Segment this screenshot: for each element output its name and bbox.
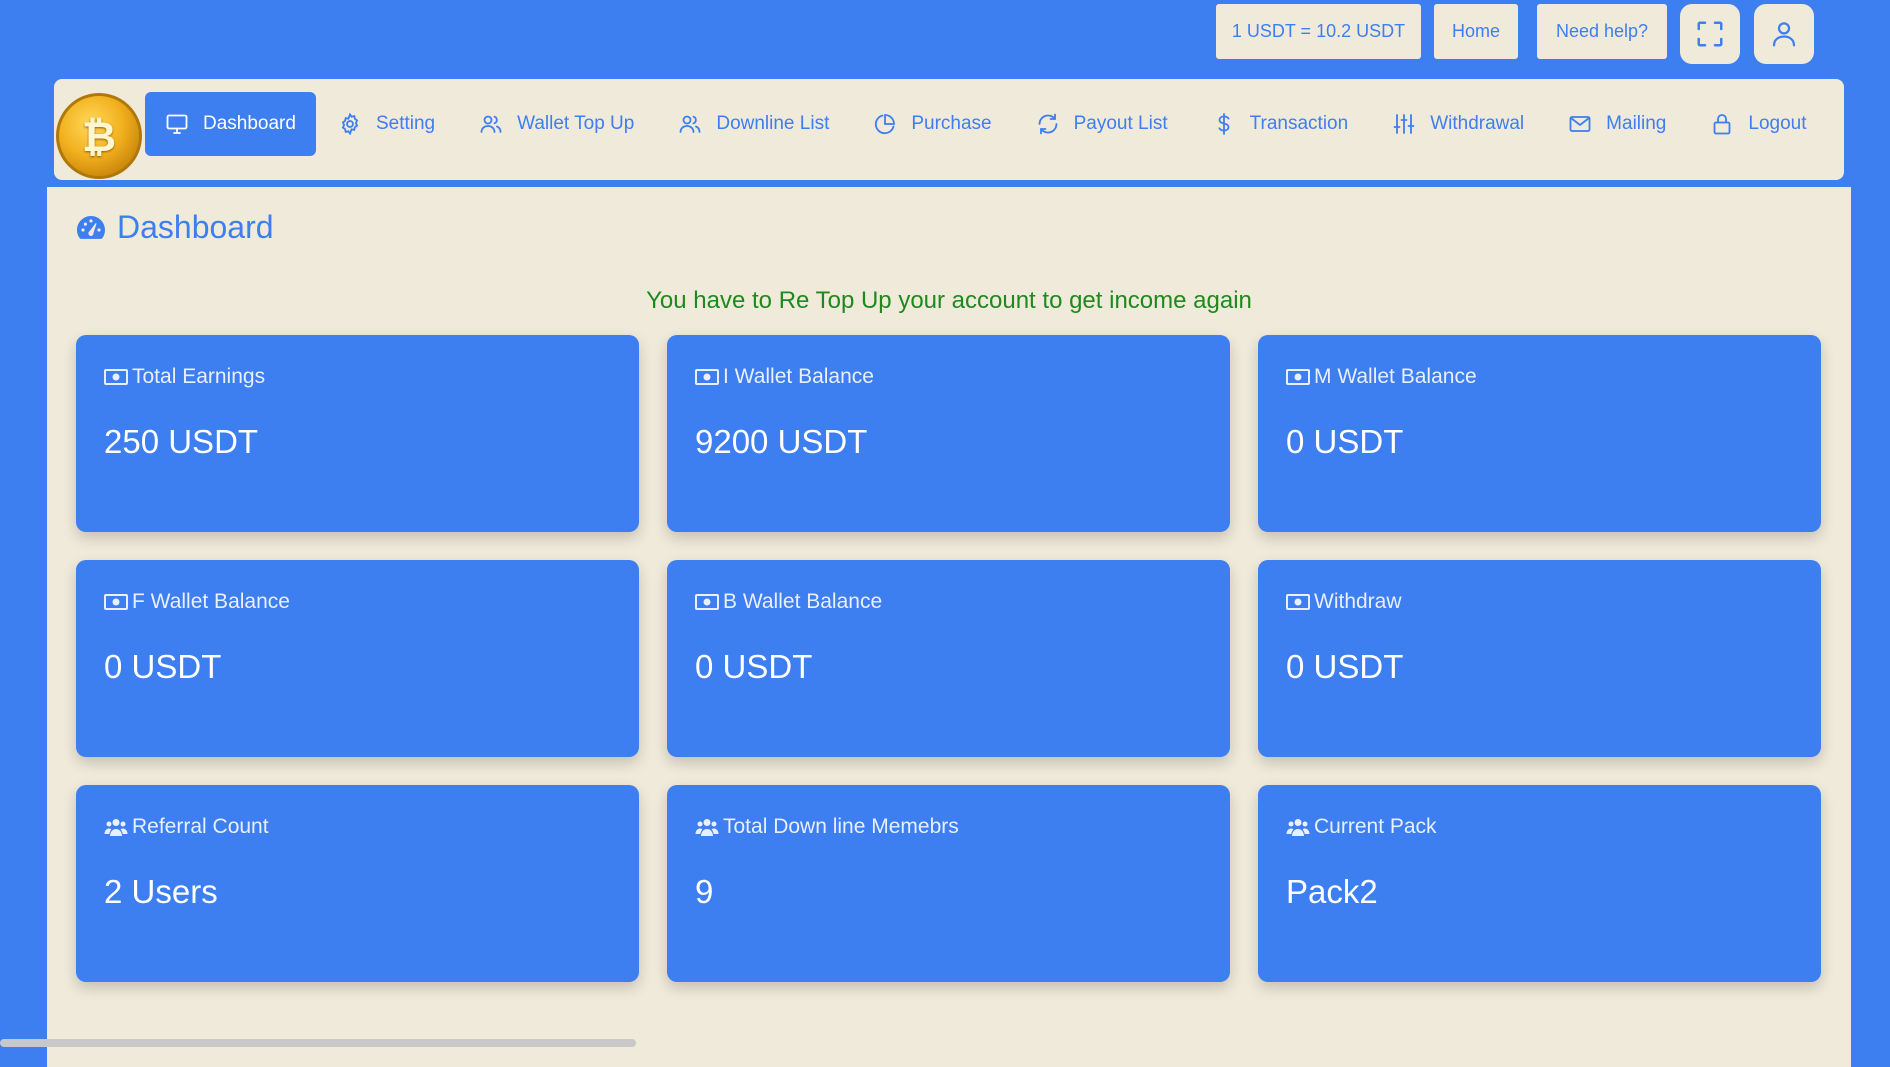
nav-item-label: Downline List xyxy=(716,113,829,135)
stat-card-total-earnings: Total Earnings 250 USDT xyxy=(76,335,639,532)
pie-chart-icon xyxy=(873,112,897,136)
stat-card-total-downline-members: Total Down line Memebrs 9 xyxy=(667,785,1230,982)
money-icon xyxy=(104,592,128,612)
horizontal-scrollbar[interactable] xyxy=(0,1039,1890,1047)
user-profile-button[interactable] xyxy=(1754,4,1814,64)
nav-item-wallet-top-up[interactable]: Wallet Top Up xyxy=(457,92,656,156)
need-help-button[interactable]: Need help? xyxy=(1537,4,1667,59)
stat-card-m-wallet-balance: M Wallet Balance 0 USDT xyxy=(1258,335,1821,532)
speedometer-icon xyxy=(75,212,107,244)
nav-item-label: Wallet Top Up xyxy=(517,113,634,135)
nav-item-downline-list[interactable]: Downline List xyxy=(656,92,851,156)
card-label: I Wallet Balance xyxy=(723,365,874,389)
nav-item-purchase[interactable]: Purchase xyxy=(851,92,1013,156)
nav-item-label: Dashboard xyxy=(203,113,296,135)
money-icon xyxy=(695,367,719,387)
scrollbar-thumb[interactable] xyxy=(0,1039,636,1047)
card-label: Current Pack xyxy=(1314,815,1437,839)
card-value: 0 USDT xyxy=(695,648,812,686)
gear-icon xyxy=(338,112,362,136)
mail-icon xyxy=(1568,112,1592,136)
home-button[interactable]: Home xyxy=(1434,4,1518,59)
nav-item-label: Withdrawal xyxy=(1430,113,1524,135)
card-value: 0 USDT xyxy=(1286,648,1403,686)
stat-card-b-wallet-balance: B Wallet Balance 0 USDT xyxy=(667,560,1230,757)
money-icon xyxy=(695,592,719,612)
nav-item-label: Transaction xyxy=(1250,113,1349,135)
sliders-icon xyxy=(1392,112,1416,136)
stat-card-referral-count: Referral Count 2 Users xyxy=(76,785,639,982)
nav-item-payout-list[interactable]: Payout List xyxy=(1014,92,1190,156)
card-label: Referral Count xyxy=(132,815,269,839)
monitor-icon xyxy=(165,112,189,136)
bitcoin-icon[interactable]: ₿ xyxy=(56,93,142,179)
users-icon xyxy=(678,112,702,136)
card-label: Total Earnings xyxy=(132,365,265,389)
card-label: M Wallet Balance xyxy=(1314,365,1477,389)
page-title: Dashboard xyxy=(75,209,274,246)
card-value: 0 USDT xyxy=(104,648,221,686)
nav-item-withdrawal[interactable]: Withdrawal xyxy=(1370,92,1546,156)
users-group-icon xyxy=(1286,817,1310,837)
card-label: F Wallet Balance xyxy=(132,590,290,614)
nav-item-label: Payout List xyxy=(1074,113,1168,135)
main-content: Dashboard You have to Re Top Up your acc… xyxy=(47,187,1851,1067)
card-value: 0 USDT xyxy=(1286,423,1403,461)
card-label: B Wallet Balance xyxy=(723,590,882,614)
card-value: 9 xyxy=(695,873,713,911)
stats-grid: Total Earnings 250 USDT I Wallet Balance… xyxy=(76,335,1821,982)
stat-card-current-pack: Current Pack Pack2 xyxy=(1258,785,1821,982)
topup-notice: You have to Re Top Up your account to ge… xyxy=(47,287,1851,315)
fullscreen-icon xyxy=(1695,19,1725,49)
page-title-text: Dashboard xyxy=(117,209,274,246)
card-label: Withdraw xyxy=(1314,590,1402,614)
nav-item-setting[interactable]: Setting xyxy=(316,92,457,156)
fullscreen-button[interactable] xyxy=(1680,4,1740,64)
nav-item-label: Logout xyxy=(1748,113,1806,135)
main-navbar: ₿ Dashboard Setting Wallet Top Up Downli… xyxy=(54,79,1844,180)
card-value: Pack2 xyxy=(1286,873,1378,911)
stat-card-withdraw: Withdraw 0 USDT xyxy=(1258,560,1821,757)
user-icon xyxy=(1769,19,1799,49)
nav-item-label: Setting xyxy=(376,113,435,135)
stat-card-f-wallet-balance: F Wallet Balance 0 USDT xyxy=(76,560,639,757)
nav-item-label: Purchase xyxy=(911,113,991,135)
dollar-icon xyxy=(1212,112,1236,136)
money-icon xyxy=(1286,592,1310,612)
nav-item-transaction[interactable]: Transaction xyxy=(1190,92,1371,156)
users-group-icon xyxy=(695,817,719,837)
users-group-icon xyxy=(104,817,128,837)
users-icon xyxy=(479,112,503,136)
card-label: Total Down line Memebrs xyxy=(723,815,959,839)
money-icon xyxy=(1286,367,1310,387)
exchange-rate-button[interactable]: 1 USDT = 10.2 USDT xyxy=(1216,4,1421,59)
nav-item-mailing[interactable]: Mailing xyxy=(1546,92,1688,156)
refresh-icon xyxy=(1036,112,1060,136)
nav-item-dashboard[interactable]: Dashboard xyxy=(145,92,316,156)
card-value: 9200 USDT xyxy=(695,423,867,461)
nav-item-logout[interactable]: Logout xyxy=(1688,92,1828,156)
card-value: 2 Users xyxy=(104,873,218,911)
money-icon xyxy=(104,367,128,387)
nav-item-label: Mailing xyxy=(1606,113,1666,135)
lock-icon xyxy=(1710,112,1734,136)
card-value: 250 USDT xyxy=(104,423,258,461)
top-bar: 1 USDT = 10.2 USDT Home Need help? xyxy=(0,4,1890,64)
nav-menu: Dashboard Setting Wallet Top Up Downline… xyxy=(145,92,1829,156)
stat-card-i-wallet-balance: I Wallet Balance 9200 USDT xyxy=(667,335,1230,532)
